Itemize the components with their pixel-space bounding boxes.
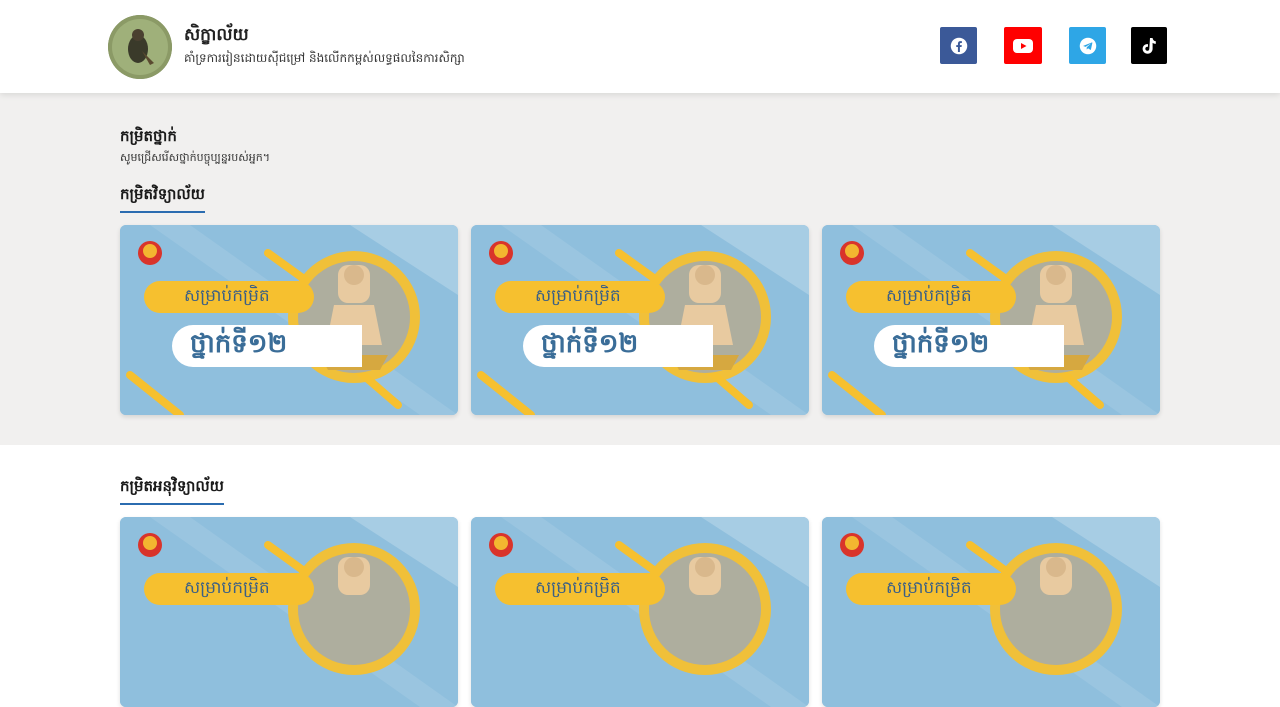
card-level-label: សម្រាប់កម្រិត — [495, 573, 665, 605]
site-subtitle: គាំទ្រការរៀនដោយស៊ីជម្រៅ និងលើកកម្ពស់លទ្ធ… — [184, 51, 465, 65]
grade-card[interactable]: សម្រាប់កម្រិត — [471, 517, 809, 707]
facebook-icon — [950, 37, 967, 54]
card-level-label: សម្រាប់កម្រិត — [846, 573, 1016, 605]
card-level-label: សម្រាប់កម្រិត — [846, 281, 1016, 313]
card-art — [822, 225, 1160, 415]
page-title: កម្រិតថ្នាក់ — [120, 127, 177, 145]
card-grade-label: ថ្នាក់ទី១២ — [874, 325, 1064, 367]
card-art — [471, 517, 809, 707]
tiktok-icon — [1142, 37, 1156, 54]
site-title: សិក្ខាល័យ — [184, 25, 249, 45]
category-title-high-school: កម្រិតវិទ្យាល័យ — [120, 185, 205, 213]
grade-card[interactable]: សម្រាប់កម្រិត ថ្នាក់ទី១២ — [120, 225, 458, 415]
grade-card[interactable]: សម្រាប់កម្រិត — [822, 517, 1160, 707]
site-logo[interactable] — [108, 15, 172, 79]
card-level-label: សម្រាប់កម្រិត — [144, 281, 314, 313]
facebook-link[interactable] — [940, 27, 977, 64]
card-grade-label: ថ្នាក់ទី១២ — [523, 325, 713, 367]
card-art — [120, 225, 458, 415]
card-grade-label: ថ្នាក់ទី១២ — [172, 325, 362, 367]
youtube-icon — [1013, 38, 1033, 53]
category-title-lower-secondary: កម្រិតអនុវិទ្យាល័យ — [120, 477, 224, 505]
card-art — [822, 517, 1160, 707]
grade-card[interactable]: សម្រាប់កម្រិត — [120, 517, 458, 707]
page-subtitle: សូមជ្រើសរើសថ្នាក់បច្ចុប្បន្នរបស់អ្នក។ — [120, 151, 270, 164]
telegram-icon — [1079, 37, 1096, 54]
telegram-link[interactable] — [1069, 27, 1106, 64]
grade-card[interactable]: សម្រាប់កម្រិត ថ្នាក់ទី១២ — [471, 225, 809, 415]
card-level-label: សម្រាប់កម្រិត — [495, 281, 665, 313]
grade-card[interactable]: សម្រាប់កម្រិត ថ្នាក់ទី១២ — [822, 225, 1160, 415]
card-level-label: សម្រាប់កម្រិត — [144, 573, 314, 605]
site-header: សិក្ខាល័យ គាំទ្រការរៀនដោយស៊ីជម្រៅ និងលើក… — [0, 0, 1280, 93]
youtube-link[interactable] — [1004, 27, 1042, 64]
tiktok-link[interactable] — [1131, 27, 1167, 64]
card-art — [120, 517, 458, 707]
card-art — [471, 225, 809, 415]
